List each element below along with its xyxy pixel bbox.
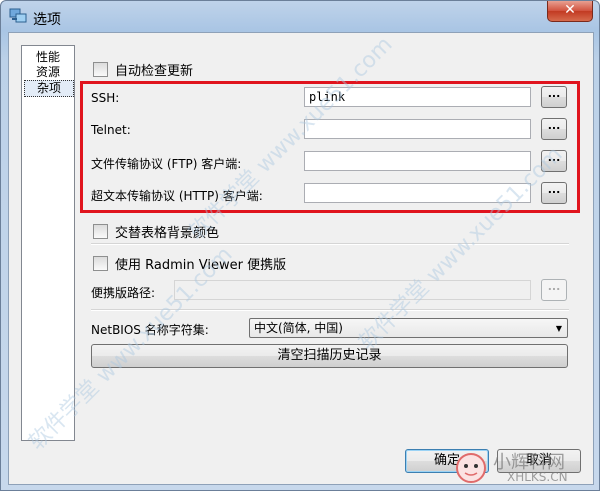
title-bar[interactable]: 选项 ✕ [1,1,599,33]
http-label: 超文本传输协议 (HTTP) 客户端: [91,189,263,203]
cancel-button[interactable]: 取消 [497,449,581,473]
ssh-input[interactable]: plink [304,87,531,107]
category-list[interactable]: 性能 资源 杂项 [21,45,75,441]
radmin-label: 使用 Radmin Viewer 便携版 [115,258,287,273]
ftp-input[interactable] [304,151,531,171]
auto-update-label: 自动检查更新 [115,64,194,79]
netbios-charset-value: 中文(简体, 中国) [254,321,343,335]
app-network-icon [9,8,27,23]
close-icon: ✕ [564,2,576,18]
dialog-client-area: 性能 资源 杂项 自动检查更新 SSH: plink ... Telnet: .… [8,32,594,485]
ok-button[interactable]: 确定 [405,449,489,473]
alt-row-colors-label: 交替表格背景颜色 [115,226,220,241]
clear-scan-history-button[interactable]: 清空扫描历史记录 [91,344,568,368]
dropdown-arrow-icon: ▼ [555,324,562,333]
alt-row-colors-row[interactable]: 交替表格背景颜色 [93,222,219,241]
section-divider [91,243,569,245]
netbios-charset-select[interactable]: 中文(简体, 中国) ▼ [249,318,568,338]
telnet-browse-button[interactable]: ... [541,118,567,140]
ssh-label: SSH: [91,91,120,105]
ftp-label: 文件传输协议 (FTP) 客户端: [91,157,242,171]
close-button[interactable]: ✕ [547,1,593,22]
section-divider-2 [91,309,569,311]
netbios-charset-label: NetBIOS 名称字符集: [91,323,209,337]
alt-row-colors-checkbox[interactable] [93,224,108,239]
options-window: 选项 ✕ 性能 资源 杂项 自动检查更新 SSH: plink ... Teln… [0,0,600,491]
category-item-performance[interactable]: 性能 [24,50,72,65]
auto-update-row[interactable]: 自动检查更新 [93,60,193,79]
http-input[interactable] [304,183,531,203]
telnet-label: Telnet: [91,123,131,137]
ftp-browse-button[interactable]: ... [541,150,567,172]
http-browse-button[interactable]: ... [541,182,567,204]
ssh-browse-button[interactable]: ... [541,86,567,108]
category-item-resources[interactable]: 资源 [24,65,72,80]
telnet-input[interactable] [304,119,531,139]
window-title: 选项 [33,12,61,28]
radmin-row[interactable]: 使用 Radmin Viewer 便携版 [93,254,286,273]
radmin-checkbox[interactable] [93,256,108,271]
portable-path-label: 便携版路径: [91,286,156,300]
auto-update-checkbox[interactable] [93,62,108,77]
category-item-misc[interactable]: 杂项 [24,80,74,97]
portable-path-input[interactable] [174,280,531,300]
portable-path-browse-button[interactable]: ... [541,279,567,301]
